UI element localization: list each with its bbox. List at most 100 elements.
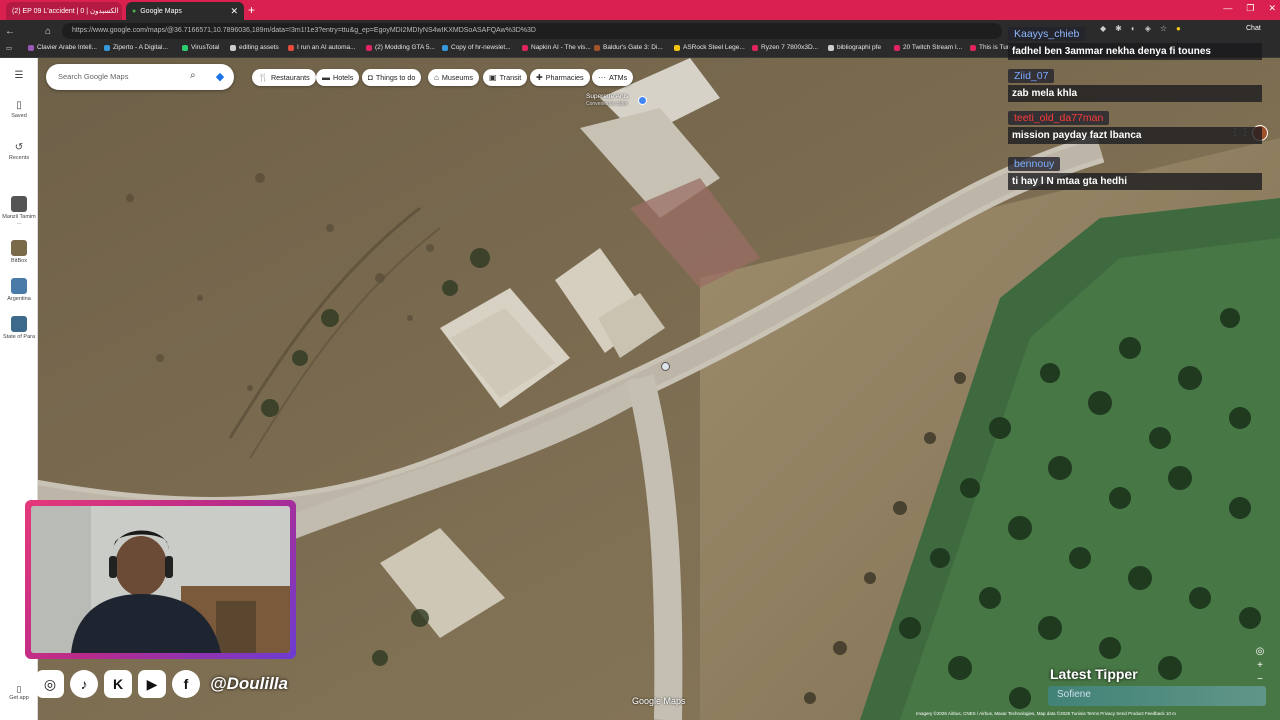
bookmark-icon: ▯: [16, 100, 22, 111]
chat-username: Ziid_07: [1008, 69, 1055, 83]
chip-museums[interactable]: ⌂ Museums: [428, 69, 479, 86]
location-marker-icon[interactable]: [661, 362, 670, 371]
hamburger-icon: ☰: [14, 70, 24, 81]
latest-tipper-name: Sofiene: [1057, 689, 1091, 700]
restaurant-icon: 🍴: [258, 73, 268, 82]
chat-text: zab mela khla: [1008, 85, 1262, 102]
bookmark-item[interactable]: Napkin AI - The vis...: [522, 44, 591, 51]
bookmarks-menu-icon[interactable]: ▭: [6, 44, 12, 52]
tab-youtube[interactable]: (2) EP 09 L'accident | 0 | الكسيدون ✕: [6, 2, 122, 20]
chat-username: teeti_old_da77man: [1008, 111, 1110, 125]
minimize-icon[interactable]: —: [1223, 3, 1232, 14]
chat-text: mission payday fazt lbanca: [1008, 127, 1262, 144]
bookmark-item[interactable]: Ryzen 7 7800x3D...: [752, 44, 818, 51]
place-name: Superette Anis: [586, 93, 629, 100]
browser-tab-bar: (2) EP 09 L'accident | 0 | الكسيدون ✕ ● …: [0, 0, 1280, 20]
recents-button[interactable]: ↺ Recents: [0, 142, 38, 161]
bookmark-item[interactable]: 20 Twitch Stream I...: [894, 44, 962, 51]
bookmark-item[interactable]: VirusTotal: [182, 44, 219, 51]
streamer-silhouette: [31, 506, 290, 653]
bed-icon: ▬: [322, 73, 330, 82]
bookmark-item[interactable]: ASRock Steel Lege...: [674, 44, 745, 51]
maps-search-box[interactable]: Search Google Maps ⌕ ◆: [46, 64, 234, 90]
bookmark-item[interactable]: (2) Modding GTA 5...: [366, 44, 435, 51]
recent-place-manzil[interactable]: Manzil Tamim ...: [0, 196, 38, 226]
menu-button[interactable]: ☰: [0, 70, 38, 83]
saved-button[interactable]: ▯ Saved: [0, 100, 38, 119]
youtube-icon: ▶: [138, 670, 166, 698]
chip-transit[interactable]: ▣ Transit: [483, 69, 528, 86]
map-attribution: Imagery ©2026 Airbus, CNES / Airbus, Max…: [916, 711, 1176, 716]
social-handle: @Doulilla: [210, 674, 288, 693]
camera-icon: ◘: [368, 73, 373, 82]
thumbnail: [11, 196, 27, 212]
url-field[interactable]: https://www.google.com/maps/@36.7166571,…: [62, 23, 1002, 39]
bookmark-folder[interactable]: bibliographi pfe: [828, 44, 881, 51]
latest-tipper-bar: Sofiene: [1048, 686, 1266, 706]
chip-atms[interactable]: ··· ATMs: [592, 69, 634, 86]
museum-icon: ⌂: [434, 73, 439, 82]
zoom-in-button[interactable]: +: [1253, 659, 1267, 673]
chat-message: Ziid_07 zab mela khla: [1008, 66, 1262, 102]
zoom-out-button[interactable]: −: [1253, 673, 1267, 687]
chat-message: Kaayys_chieb fadhel ben 3ammar nekha den…: [1008, 24, 1262, 60]
close-window-icon[interactable]: ✕: [1268, 3, 1276, 14]
chip-pharmacies[interactable]: ✚ Pharmacies: [530, 69, 590, 86]
instagram-icon: ◎: [36, 670, 64, 698]
chip-restaurants[interactable]: 🍴 Restaurants: [252, 69, 316, 86]
tab-google-maps[interactable]: ● Google Maps ✕: [126, 2, 244, 20]
thumbnail: [11, 278, 27, 294]
home-icon[interactable]: ⌂: [40, 26, 56, 37]
bookmark-item[interactable]: I run an AI automa...: [288, 44, 356, 51]
new-tab-icon[interactable]: +: [248, 3, 255, 17]
social-links: ◎ ♪ K ▶ f @Doulilla: [36, 670, 288, 698]
bookmark-item[interactable]: Clavier Arabe Intell...: [28, 44, 97, 51]
recent-place-bitbox[interactable]: BitBox: [0, 240, 38, 264]
place-type: Convenience store: [586, 101, 628, 107]
chat-text: fadhel ben 3ammar nekha denya fi tounes: [1008, 43, 1262, 60]
get-app-button[interactable]: ▯ Get app: [0, 684, 38, 701]
search-icon[interactable]: ⌕: [190, 70, 196, 81]
map-pin-icon: ●: [132, 7, 137, 15]
window-controls: — ❐ ✕: [1223, 3, 1276, 14]
map-controls: ◎ + −: [1253, 645, 1267, 687]
bookmark-folder[interactable]: editing assets: [230, 44, 279, 51]
directions-icon[interactable]: ◆: [213, 70, 227, 84]
latest-tipper-title: Latest Tipper: [1050, 666, 1138, 682]
chat-text: ti hay l N mtaa gta hedhi: [1008, 173, 1262, 190]
history-icon: ↺: [14, 142, 24, 153]
google-maps-watermark: Google Maps: [632, 696, 686, 706]
place-label[interactable]: Superette Anis Convenience store: [586, 93, 628, 108]
tab-label: Google Maps: [140, 7, 182, 15]
thumbnail: [11, 316, 27, 332]
chip-hotels[interactable]: ▬ Hotels: [316, 69, 360, 86]
search-input[interactable]: Search Google Maps: [58, 72, 128, 81]
tab-label: (2) EP 09 L'accident | 0 | الكسيدون: [12, 8, 119, 15]
phone-icon: ▯: [16, 684, 22, 694]
store-pin-icon[interactable]: [638, 96, 647, 105]
webcam-feed: [31, 506, 290, 653]
chat-message: bennouy ti hay l N mtaa gta hedhi: [1008, 154, 1262, 190]
bookmark-item[interactable]: Copy of hr-newslet...: [442, 44, 511, 51]
facebook-icon: f: [172, 670, 200, 698]
close-icon[interactable]: ✕: [230, 6, 238, 17]
chat-username: bennouy: [1008, 157, 1061, 171]
bookmark-item[interactable]: Baldur's Gate 3: Di...: [594, 44, 663, 51]
atm-icon: ···: [598, 73, 606, 82]
bookmark-item[interactable]: This is Tun: [970, 44, 1010, 51]
thumbnail: [11, 240, 27, 256]
recent-place-argentina[interactable]: Argentina: [0, 278, 38, 302]
chat-message: teeti_old_da77man mission payday fazt lb…: [1008, 108, 1262, 144]
maximize-icon[interactable]: ❐: [1246, 3, 1254, 14]
tiktok-icon: ♪: [70, 670, 98, 698]
pharmacy-icon: ✚: [536, 73, 543, 82]
transit-icon: ▣: [489, 73, 497, 82]
my-location-icon[interactable]: ◎: [1253, 645, 1267, 659]
chat-username: Kaayys_chieb: [1008, 27, 1086, 41]
kick-icon: K: [104, 670, 132, 698]
bookmark-item[interactable]: Ziperto - A Digital...: [104, 44, 168, 51]
back-icon[interactable]: ←: [2, 26, 18, 37]
webcam-frame: [25, 500, 296, 659]
chip-things-to-do[interactable]: ◘ Things to do: [362, 69, 422, 86]
recent-place-para[interactable]: State of Para: [0, 316, 38, 340]
